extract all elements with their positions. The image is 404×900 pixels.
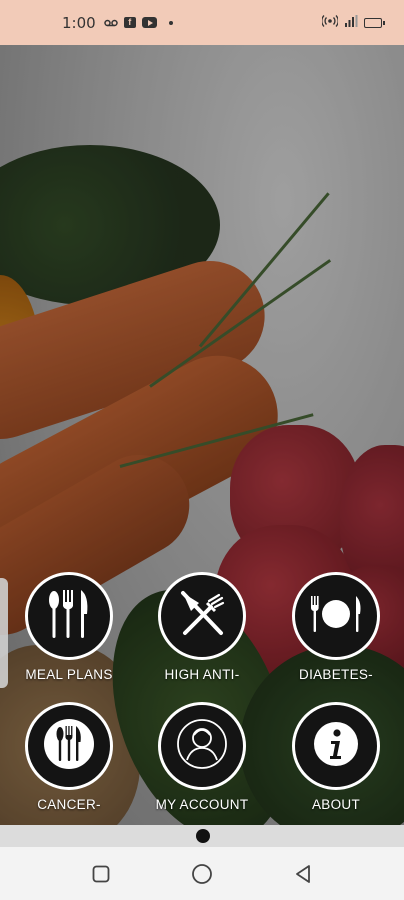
voicemail-icon <box>103 18 118 28</box>
menu-item-label: MY ACCOUNT <box>155 797 249 812</box>
utensils-icon <box>45 588 93 645</box>
menu-item-diabetes[interactable]: DIABETES- <box>276 572 396 682</box>
menu-item-about[interactable]: ABOUT <box>276 702 396 812</box>
menu-item-label: ABOUT <box>311 797 360 812</box>
menu-item-circle[interactable] <box>25 702 113 790</box>
facebook-icon: f <box>123 17 136 28</box>
menu-item-cancer[interactable]: CANCER- <box>9 702 129 812</box>
info-icon <box>312 720 360 773</box>
hotspot-icon <box>321 15 339 30</box>
status-bar: 1:00 f <box>0 0 404 45</box>
back-icon <box>296 864 311 883</box>
back-button[interactable] <box>283 854 323 894</box>
crossed-knife-fork-icon <box>177 589 227 644</box>
home-button[interactable] <box>182 854 222 894</box>
menu-item-meal-plans[interactable]: MEAL PLANS <box>9 572 129 682</box>
menu-item-label: CANCER- <box>37 797 101 812</box>
menu-item-label: HIGH ANTI- <box>164 667 240 682</box>
menu-item-circle[interactable] <box>292 572 380 660</box>
status-right <box>321 15 385 30</box>
recents-icon <box>92 865 110 882</box>
menu-item-my-account[interactable]: MY ACCOUNT <box>142 702 262 812</box>
recents-button[interactable] <box>81 854 121 894</box>
edge-panel-handle[interactable] <box>0 578 8 688</box>
page-indicator <box>0 825 404 847</box>
menu-item-circle[interactable] <box>158 702 246 790</box>
youtube-icon <box>141 17 157 28</box>
menu-item-circle[interactable] <box>292 702 380 790</box>
navigation-bar <box>0 847 404 900</box>
battery-icon <box>364 17 385 28</box>
menu-item-circle[interactable] <box>25 572 113 660</box>
status-time: 1:00 <box>62 13 96 32</box>
fork-knife-spoon-icon <box>41 716 97 777</box>
signal-icon <box>344 15 358 30</box>
menu-item-label: DIABETES- <box>299 667 373 682</box>
user-account-icon <box>174 716 230 777</box>
menu-item-label: MEAL PLANS <box>25 667 113 682</box>
menu-item-high-anti[interactable]: HIGH ANTI- <box>142 572 262 682</box>
home-icon <box>192 863 212 884</box>
plate-fork-knife-icon <box>308 592 364 641</box>
dot-icon <box>168 20 173 25</box>
menu-item-circle[interactable] <box>158 572 246 660</box>
page-indicator-dot[interactable] <box>196 829 210 843</box>
